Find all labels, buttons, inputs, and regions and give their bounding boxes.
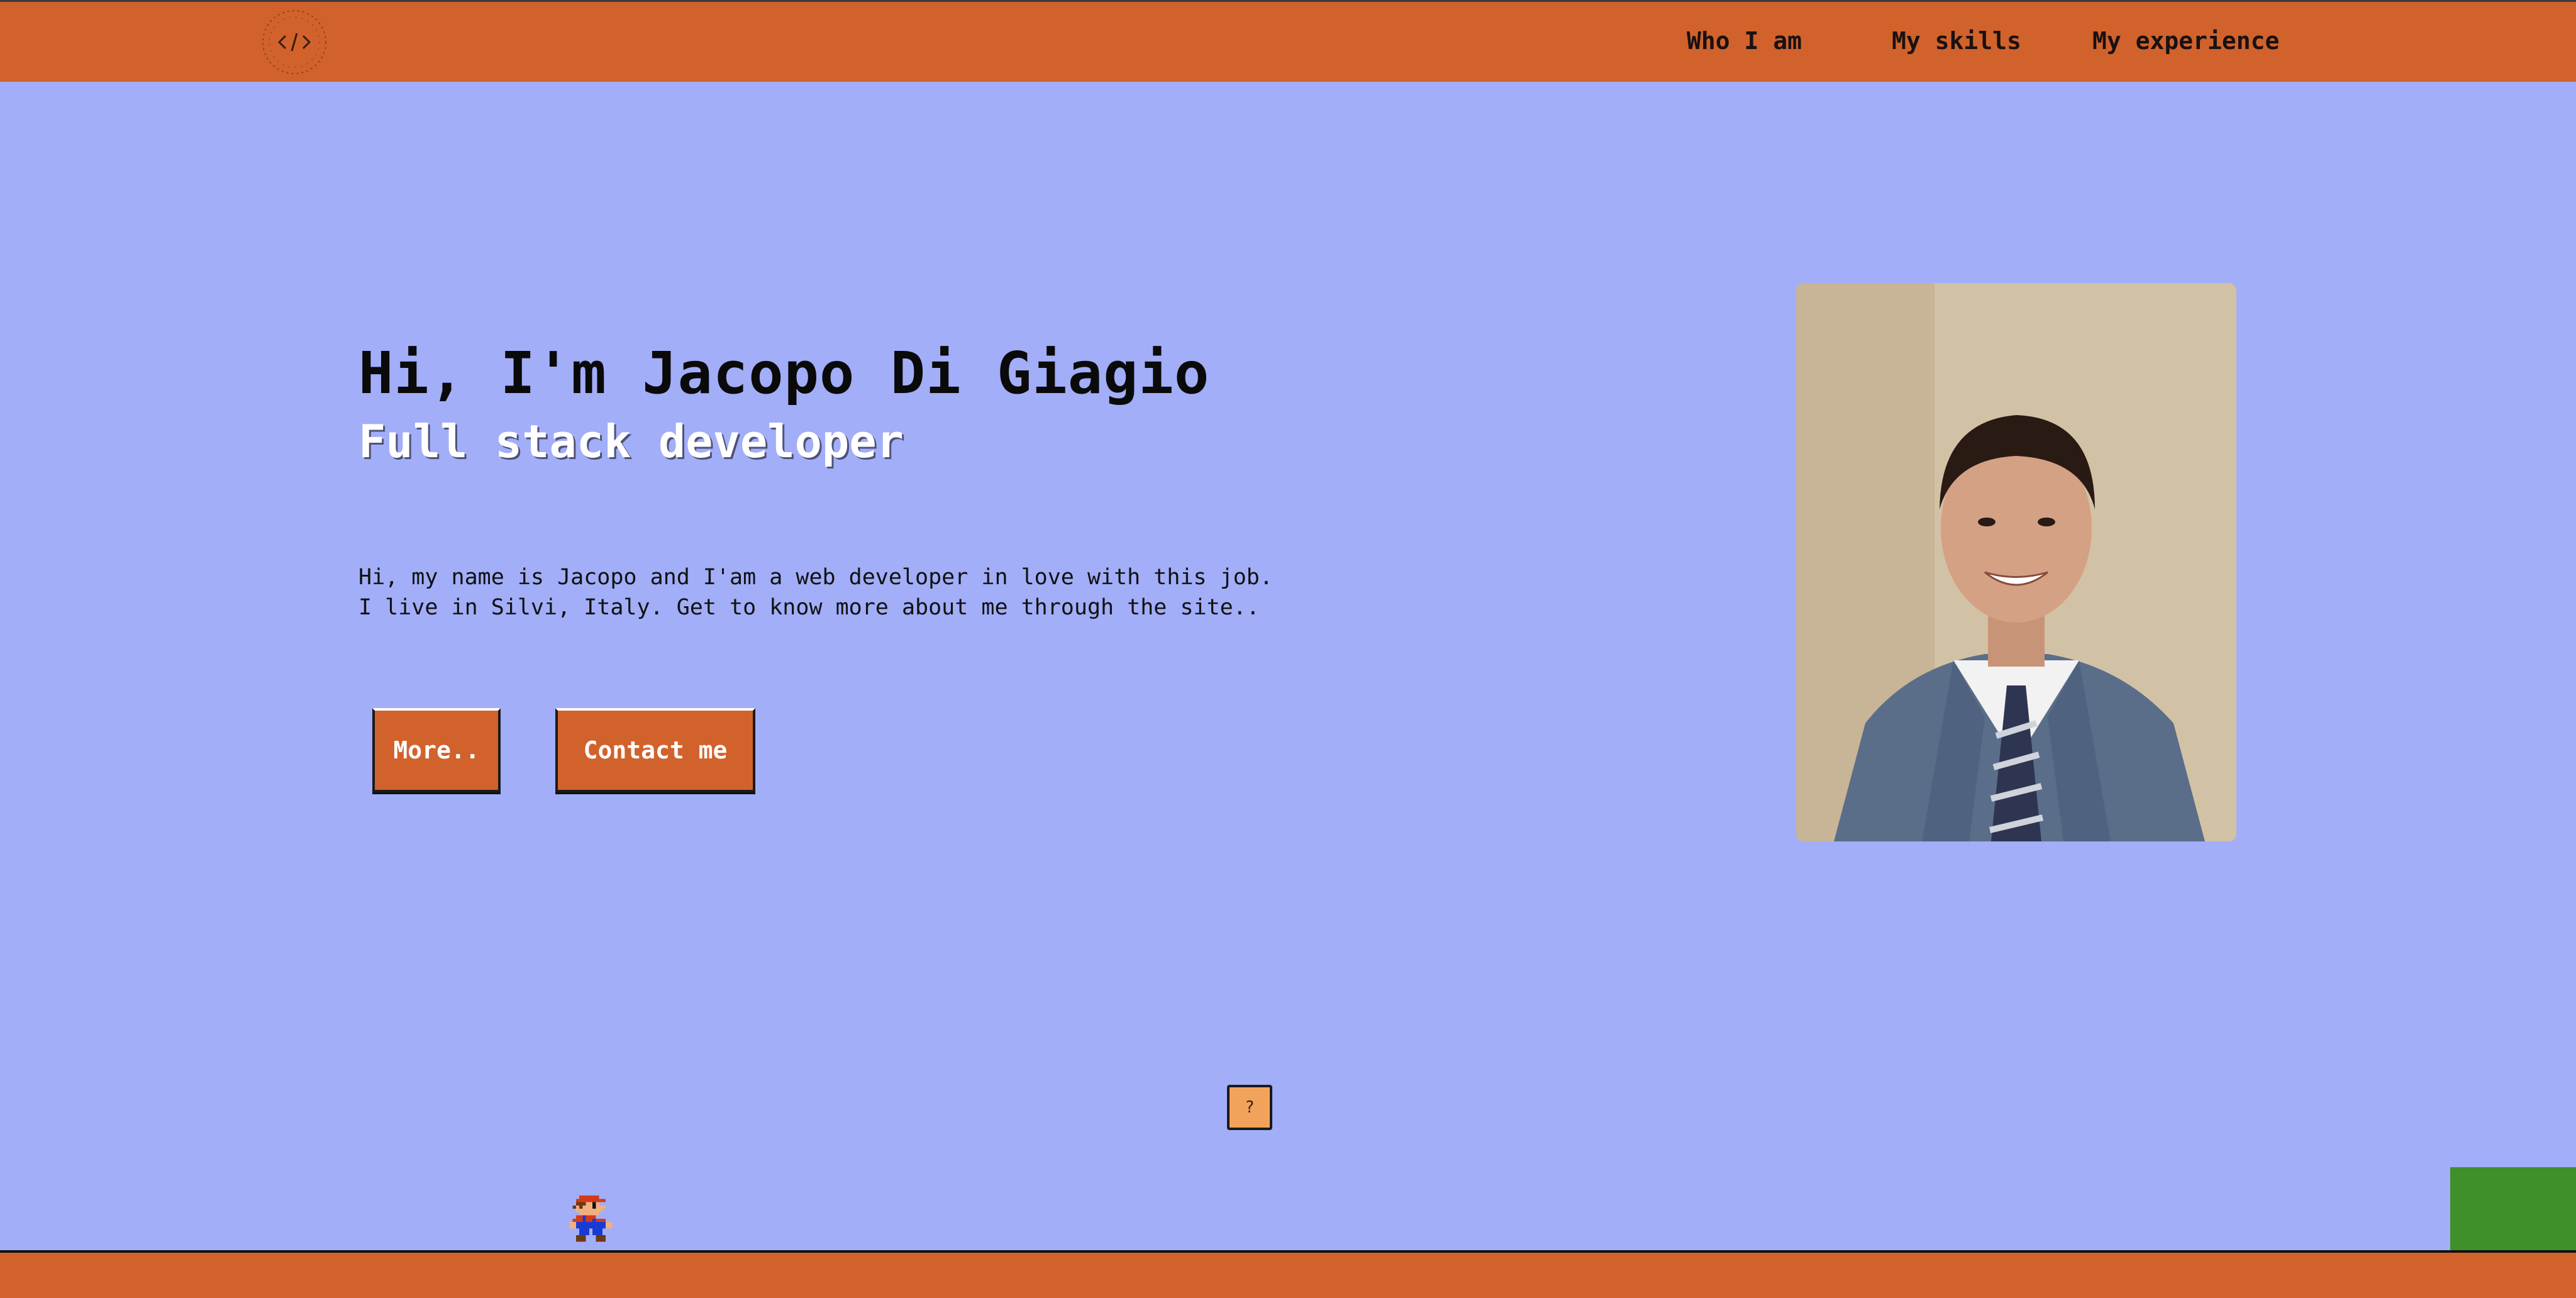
- contact-me-button[interactable]: Contact me: [555, 708, 755, 792]
- profile-photo: [1796, 283, 2236, 841]
- hero-description: Hi, my name is Jacopo and I'am a web dev…: [358, 562, 1302, 623]
- green-pipe: [2450, 1167, 2576, 1251]
- top-navbar: Who I am My skills My experience: [0, 0, 2576, 82]
- question-block[interactable]: ?: [1227, 1085, 1272, 1130]
- more-button[interactable]: More..: [372, 708, 501, 792]
- hero-description-line: I live in Silvi, Italy. Get to know more…: [358, 595, 1260, 620]
- hero-description-line: Hi, my name is Jacopo and I'am a web dev…: [358, 565, 1273, 590]
- nav-my-experience-link[interactable]: My experience: [2092, 27, 2279, 55]
- nav-my-skills-link[interactable]: My skills: [1892, 27, 2021, 55]
- hero-title: Hi, I'm Jacopo Di Giagio: [358, 340, 1210, 407]
- hero-subtitle: Full stack developer: [358, 415, 904, 468]
- nav-who-i-am-link[interactable]: Who I am: [1687, 27, 1802, 55]
- main-nav: Who I am My skills My experience: [0, 27, 2576, 61]
- portrait-image: [1796, 283, 2236, 841]
- mario-sprite-icon: [569, 1195, 613, 1242]
- ground-footer: [0, 1250, 2576, 1298]
